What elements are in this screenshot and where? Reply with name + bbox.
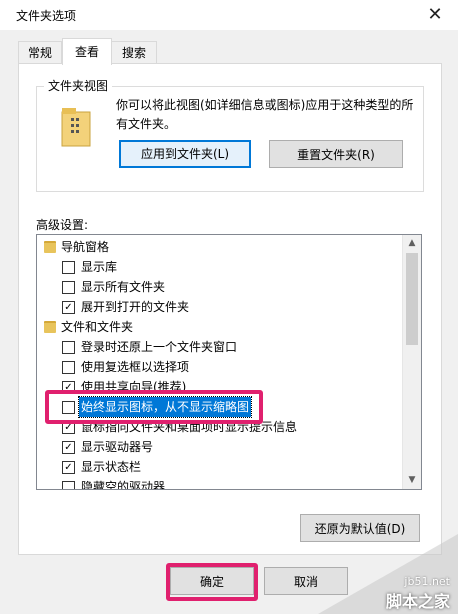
tab-search[interactable]: 搜索 (111, 41, 157, 64)
list-item-label: 显示驱动器号 (81, 440, 154, 454)
tab-view[interactable]: 查看 (62, 38, 112, 65)
list-item-label: 使用复选框以选择项 (81, 360, 190, 374)
folder-icon (44, 321, 56, 333)
scroll-down-icon[interactable]: ▼ (403, 472, 421, 489)
watermark: jb51.net 脚本之家 (386, 575, 450, 612)
watermark-name: 脚本之家 (385, 592, 450, 611)
checkbox[interactable]: ✓ (62, 301, 75, 314)
checkbox[interactable] (62, 361, 75, 374)
tab-label: 搜索 (121, 46, 146, 60)
list-item[interactable]: 显示所有文件夹 (37, 277, 403, 297)
title-bar: 文件夹选项 ✕ (0, 0, 458, 31)
checkbox[interactable] (62, 281, 75, 294)
advanced-settings-label: 高级设置: (36, 218, 89, 232)
list-item-label: 隐藏空的驱动器 (81, 480, 166, 490)
watermark-site: jb51.net (404, 575, 450, 588)
list-item[interactable]: 显示库 (37, 257, 403, 277)
tab-label: 查看 (74, 45, 99, 59)
list-item[interactable]: ✓ 展开到打开的文件夹 (37, 297, 403, 317)
highlight-box-ok (166, 563, 258, 601)
list-item[interactable]: 使用复选框以选择项 (37, 357, 403, 377)
list-item[interactable]: 登录时还原上一个文件夹窗口 (37, 337, 403, 357)
list-group-header: 导航窗格 (37, 237, 403, 257)
close-button[interactable]: ✕ (412, 0, 458, 30)
tab-general[interactable]: 常规 (18, 41, 62, 64)
list-item[interactable]: ✓ 显示驱动器号 (37, 437, 403, 457)
list-item-label: 文件和文件夹 (61, 320, 134, 334)
list-item[interactable]: ✓ 显示状态栏 (37, 457, 403, 477)
checkbox[interactable] (62, 481, 75, 489)
checkbox[interactable]: ✓ (62, 441, 75, 454)
list-item-label: 导航窗格 (61, 240, 110, 254)
scroll-up-icon[interactable]: ▲ (403, 235, 421, 252)
reset-folders-button[interactable]: 重置文件夹(R) (269, 140, 403, 168)
list-item[interactable]: 隐藏空的驱动器 (37, 477, 403, 490)
close-icon: ✕ (427, 4, 443, 25)
tab-label: 常规 (27, 46, 52, 60)
checkbox[interactable]: ✓ (62, 461, 75, 474)
folder-views-title: 文件夹视图 (44, 77, 113, 94)
list-item-label: 登录时还原上一个文件夹窗口 (81, 340, 238, 354)
checkbox[interactable] (62, 261, 75, 274)
folder-icon (44, 241, 56, 253)
folder-view-icon (58, 104, 94, 152)
list-item-label: 显示所有文件夹 (81, 280, 166, 294)
list-item-label: 显示库 (81, 260, 118, 274)
apply-to-folders-button[interactable]: 应用到文件夹(L) (119, 140, 251, 168)
window-title: 文件夹选项 (16, 9, 77, 23)
list-group-header: 文件和文件夹 (37, 317, 403, 337)
highlight-box-option (45, 390, 263, 424)
list-item-label: 显示状态栏 (81, 460, 142, 474)
advanced-settings-list[interactable]: 导航窗格显示库显示所有文件夹 ✓ 展开到打开的文件夹文件和文件夹登录时还原上一个文件… (36, 234, 422, 490)
vertical-scrollbar[interactable]: ▲ ▼ (402, 235, 421, 489)
checkbox[interactable] (62, 341, 75, 354)
folder-views-description: 你可以将此视图(如详细信息或图标)应用于这种类型的所有文件夹。 (116, 98, 414, 131)
scrollbar-thumb[interactable] (406, 253, 418, 345)
list-item-label: 展开到打开的文件夹 (81, 300, 190, 314)
